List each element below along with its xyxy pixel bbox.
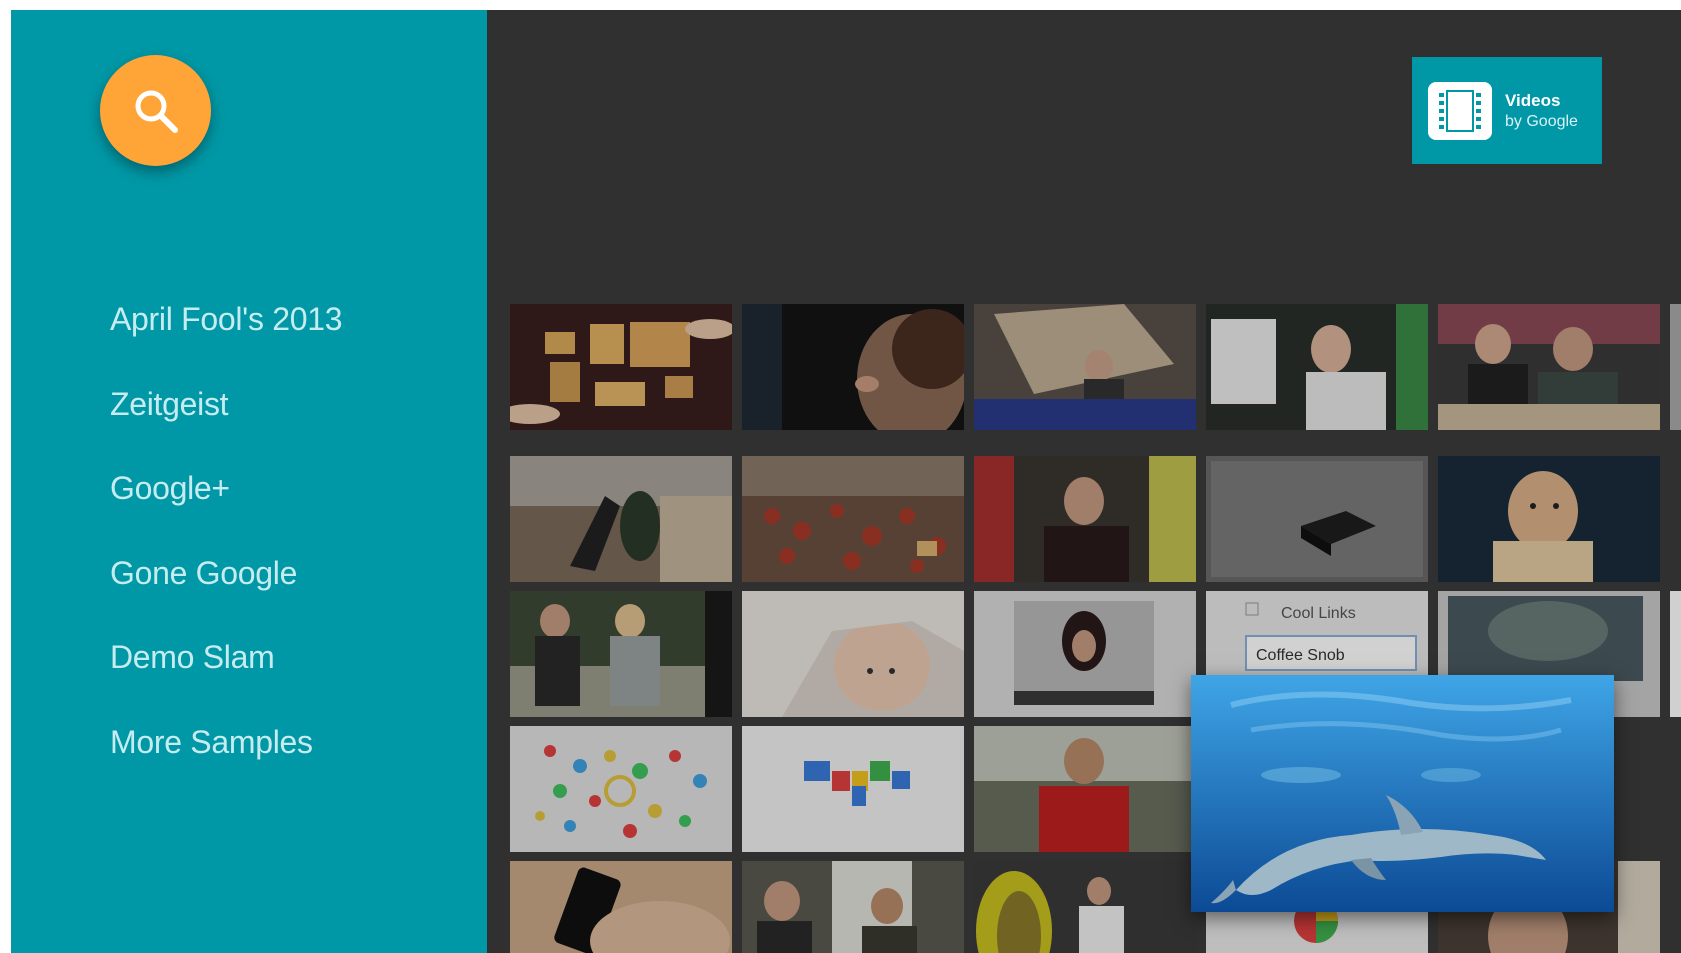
sidebar: April Fool's 2013 Zeitgeist Google+ Gone… — [11, 10, 487, 953]
video-card[interactable] — [974, 726, 1196, 852]
video-card[interactable] — [742, 456, 964, 582]
video-card[interactable] — [742, 726, 964, 852]
nav-item-zeitgeist[interactable]: Zeitgeist — [110, 375, 342, 460]
video-card[interactable] — [510, 456, 732, 582]
video-card[interactable] — [510, 304, 732, 430]
nav-item-gone-google[interactable]: Gone Google — [110, 544, 342, 629]
video-card[interactable] — [974, 304, 1196, 430]
video-card[interactable] — [1670, 591, 1681, 717]
video-card[interactable] — [1206, 456, 1428, 582]
video-card[interactable] — [1670, 304, 1681, 430]
film-strip-icon — [1428, 81, 1492, 140]
video-card[interactable] — [1438, 456, 1660, 582]
nav-item-google-plus[interactable]: Google+ — [110, 459, 342, 544]
category-nav: April Fool's 2013 Zeitgeist Google+ Gone… — [110, 290, 343, 798]
search-button[interactable] — [100, 55, 211, 166]
badge-title: Videos — [1505, 90, 1561, 110]
tv-screen: April Fool's 2013 Zeitgeist Google+ Gone… — [11, 10, 1681, 953]
video-card[interactable] — [510, 861, 732, 953]
video-card[interactable] — [1206, 304, 1428, 430]
video-card[interactable] — [1438, 304, 1660, 430]
badge-text: Videos by Google — [1505, 90, 1578, 132]
badge-subtitle: by Google — [1505, 112, 1578, 130]
video-card[interactable] — [742, 591, 964, 717]
video-card[interactable] — [742, 861, 964, 953]
video-card[interactable] — [742, 304, 964, 430]
nav-item-demo-slam[interactable]: Demo Slam — [110, 628, 342, 713]
video-preview-dolphin[interactable] — [1191, 675, 1614, 912]
video-card[interactable] — [974, 861, 1196, 953]
video-card[interactable] — [510, 591, 732, 717]
nav-item-more-samples[interactable]: More Samples — [110, 713, 342, 798]
video-card[interactable] — [510, 726, 732, 852]
search-icon — [135, 90, 178, 133]
video-card[interactable] — [974, 456, 1196, 582]
video-card[interactable] — [974, 591, 1196, 717]
app-badge: Videos by Google — [1412, 57, 1602, 164]
nav-item-april-fools[interactable]: April Fool's 2013 — [110, 290, 343, 375]
